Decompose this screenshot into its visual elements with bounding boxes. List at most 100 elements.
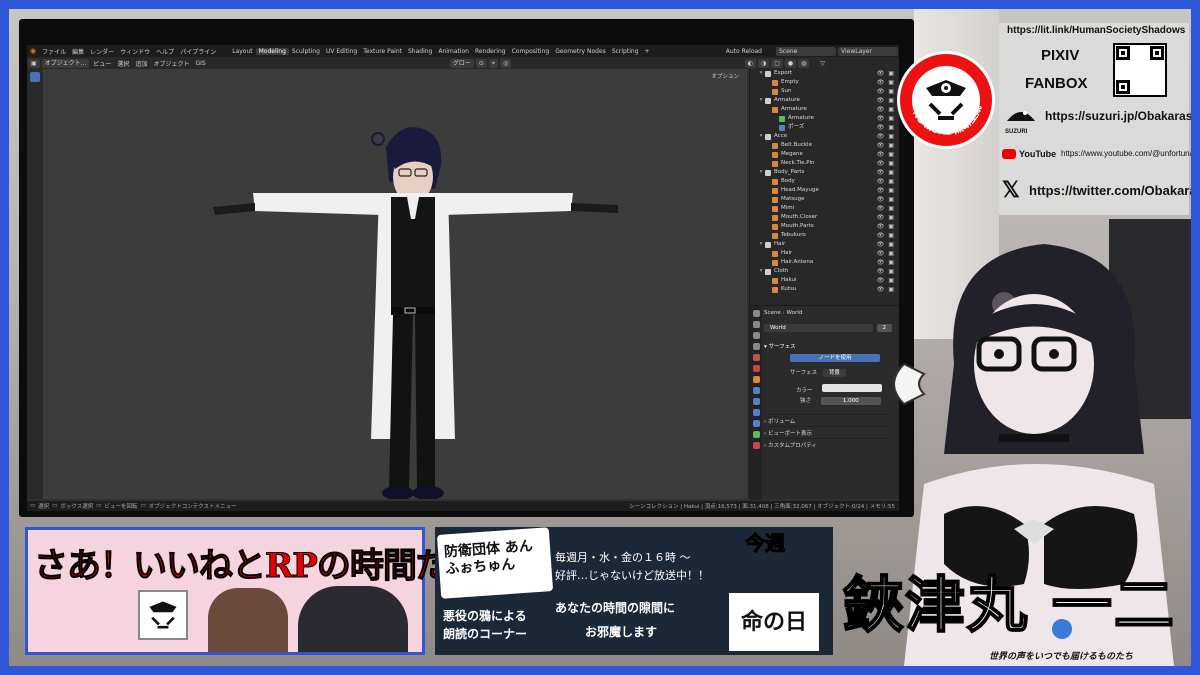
lit-link-url[interactable]: https://lit.link/HumanSocietyShadows — [1007, 25, 1185, 36]
visibility-toggle-icon[interactable]: 👁 ▣ — [877, 78, 895, 87]
blender-logo-icon[interactable]: ◉ — [27, 47, 39, 55]
tab-uv-editing[interactable]: UV Editing — [323, 48, 360, 55]
volume-panel-header[interactable]: › ボリューム — [764, 414, 892, 425]
custom-properties-panel-header[interactable]: › カスタムプロパティ — [764, 438, 892, 449]
3d-viewport[interactable]: オプション — [43, 69, 747, 500]
expand-arrow-icon[interactable]: ▾ — [757, 69, 765, 78]
data-tab-icon[interactable] — [752, 431, 760, 438]
visibility-toggle-icon[interactable]: 👁 ▣ — [877, 87, 895, 96]
expand-arrow-icon[interactable]: ▾ — [757, 240, 765, 249]
outliner-item[interactable]: Armature 👁 ▣ — [750, 105, 899, 114]
outliner-collection[interactable]: ▾ Acce 👁 ▣ — [750, 132, 899, 141]
use-nodes-button[interactable]: ノードを使用 — [790, 354, 880, 362]
menu-help[interactable]: ヘルプ — [153, 47, 177, 56]
outliner-collection[interactable]: ▾ Cloth 👁 ▣ — [750, 267, 899, 276]
visibility-toggle-icon[interactable]: 👁 ▣ — [877, 123, 895, 132]
outliner-item[interactable]: Hair.Antena 👁 ▣ — [750, 258, 899, 267]
menu-view[interactable]: ビュー — [90, 59, 114, 68]
expand-arrow-icon[interactable]: ▾ — [757, 168, 765, 177]
menu-file[interactable]: ファイル — [39, 47, 69, 56]
tab-scripting[interactable]: Scripting — [609, 48, 642, 55]
strength-field[interactable]: 1.000 — [820, 397, 881, 405]
visibility-toggle-icon[interactable]: 👁 ▣ — [877, 69, 895, 78]
outliner-item[interactable]: Armature 👁 ▣ — [750, 114, 899, 123]
select-tool-icon[interactable] — [30, 72, 40, 82]
outliner-item[interactable]: Belt.Buckle 👁 ▣ — [750, 141, 899, 150]
view-layer-selector[interactable]: ViewLayer — [838, 46, 898, 56]
tab-layout[interactable]: Layout — [229, 48, 255, 55]
visibility-toggle-icon[interactable]: 👁 ▣ — [877, 96, 895, 105]
viewport-display-panel-header[interactable]: › ビューポート表示 — [764, 426, 892, 437]
output-tab-icon[interactable] — [752, 332, 760, 339]
menu-select[interactable]: 選択 — [114, 59, 132, 68]
visibility-toggle-icon[interactable]: 👁 ▣ — [877, 132, 895, 141]
tab-shading[interactable]: Shading — [405, 48, 435, 55]
outliner-item[interactable]: ポーズ 👁 ▣ — [750, 123, 899, 132]
view-layer-tab-icon[interactable] — [752, 343, 760, 350]
shading-material-icon[interactable]: ◍ — [798, 58, 810, 68]
visibility-toggle-icon[interactable]: 👁 ▣ — [877, 114, 895, 123]
menu-add[interactable]: 追加 — [132, 59, 150, 68]
tab-compositing[interactable]: Compositing — [509, 48, 553, 55]
outliner-item[interactable]: Kutsu 👁 ▣ — [750, 285, 899, 294]
visibility-icon[interactable]: ◐ — [744, 58, 756, 68]
overlay-icon[interactable]: ◑ — [757, 58, 770, 68]
outliner-collection[interactable]: ▾ Body_Parts 👁 ▣ — [750, 168, 899, 177]
shading-solid-icon[interactable]: ● — [784, 58, 797, 68]
outliner-item[interactable]: Matsuge 👁 ▣ — [750, 195, 899, 204]
add-workspace-button[interactable]: + — [642, 48, 653, 55]
menu-window[interactable]: ウィンドウ — [117, 47, 153, 56]
outliner-item[interactable]: Neck.Tie.Pin 👁 ▣ — [750, 159, 899, 168]
outliner-item[interactable]: Mouth.Parts 👁 ▣ — [750, 222, 899, 231]
outliner-item[interactable]: Body 👁 ▣ — [750, 177, 899, 186]
visibility-toggle-icon[interactable]: 👁 ▣ — [877, 150, 895, 159]
orientation-selector[interactable]: グロー — [449, 58, 474, 68]
viewport-options[interactable]: オプション — [711, 72, 739, 80]
outliner-collection[interactable]: ▾ Hair 👁 ▣ — [750, 240, 899, 249]
visibility-toggle-icon[interactable]: 👁 ▣ — [877, 195, 895, 204]
material-tab-icon[interactable] — [752, 442, 760, 449]
outliner-item[interactable]: Hair 👁 ▣ — [750, 249, 899, 258]
world-name-field[interactable]: World — [764, 324, 873, 332]
render-tab-icon[interactable] — [752, 321, 760, 328]
menu-object[interactable]: オブジェクト — [150, 59, 192, 68]
tab-sculpting[interactable]: Sculpting — [289, 48, 323, 55]
expand-arrow-icon[interactable]: ▾ — [757, 132, 765, 141]
editor-type-icon[interactable]: ▣ — [28, 58, 40, 68]
surface-value-field[interactable]: 背景 — [822, 369, 846, 377]
visibility-toggle-icon[interactable]: 👁 ▣ — [877, 168, 895, 177]
outliner-collection[interactable]: ▾ Armature 👁 ▣ — [750, 96, 899, 105]
scene-selector[interactable]: Scene — [776, 46, 836, 56]
outliner[interactable]: ▾ Export 👁 ▣ Empty 👁 ▣ Sun 👁 ▣ ▾ Armature 👁 ▣ Arma… — [749, 69, 899, 305]
expand-arrow-icon[interactable]: ▾ — [757, 267, 765, 276]
visibility-toggle-icon[interactable]: 👁 ▣ — [877, 186, 895, 195]
expand-arrow-icon[interactable]: ▾ — [757, 96, 765, 105]
physics-tab-icon[interactable] — [752, 409, 760, 416]
tab-geometry-nodes[interactable]: Geometry Nodes — [552, 48, 609, 55]
surface-panel-header[interactable]: ▾ サーフェス — [764, 342, 796, 350]
outliner-item[interactable]: Empty 👁 ▣ — [750, 78, 899, 87]
snap-icon[interactable]: ⌖ — [488, 58, 499, 68]
tab-animation[interactable]: Animation — [435, 48, 472, 55]
visibility-toggle-icon[interactable]: 👁 ▣ — [877, 159, 895, 168]
menu-pipeline[interactable]: パイプライン — [177, 47, 219, 56]
pivot-icon[interactable]: ⊙ — [475, 58, 487, 68]
tab-rendering[interactable]: Rendering — [472, 48, 509, 55]
menu-gis[interactable]: GIS — [192, 60, 208, 67]
tab-texture-paint[interactable]: Texture Paint — [360, 48, 405, 55]
outliner-item[interactable]: Tebukuro 👁 ▣ — [750, 231, 899, 240]
mode-selector[interactable]: オブジェクト... — [41, 58, 90, 68]
menu-render[interactable]: レンダー — [87, 47, 117, 56]
visibility-toggle-icon[interactable]: 👁 ▣ — [877, 105, 895, 114]
youtube-url[interactable]: https://www.youtube.com/@unfortunate_gua… — [1061, 149, 1191, 158]
tool-tab-icon[interactable] — [752, 310, 760, 317]
menu-edit[interactable]: 編集 — [69, 47, 87, 56]
particles-tab-icon[interactable] — [752, 398, 760, 405]
auto-reload-label[interactable]: Auto Reload — [723, 48, 765, 55]
visibility-toggle-icon[interactable]: 👁 ▣ — [877, 177, 895, 186]
visibility-toggle-icon[interactable]: 👁 ▣ — [877, 204, 895, 213]
proportional-icon[interactable]: ◎ — [500, 58, 512, 68]
world-tab-icon[interactable] — [752, 365, 760, 372]
suzuri-url[interactable]: https://suzuri.jp/Obakaras_1212 — [1045, 109, 1191, 123]
outliner-item[interactable]: Hakui 👁 ▣ — [750, 276, 899, 285]
